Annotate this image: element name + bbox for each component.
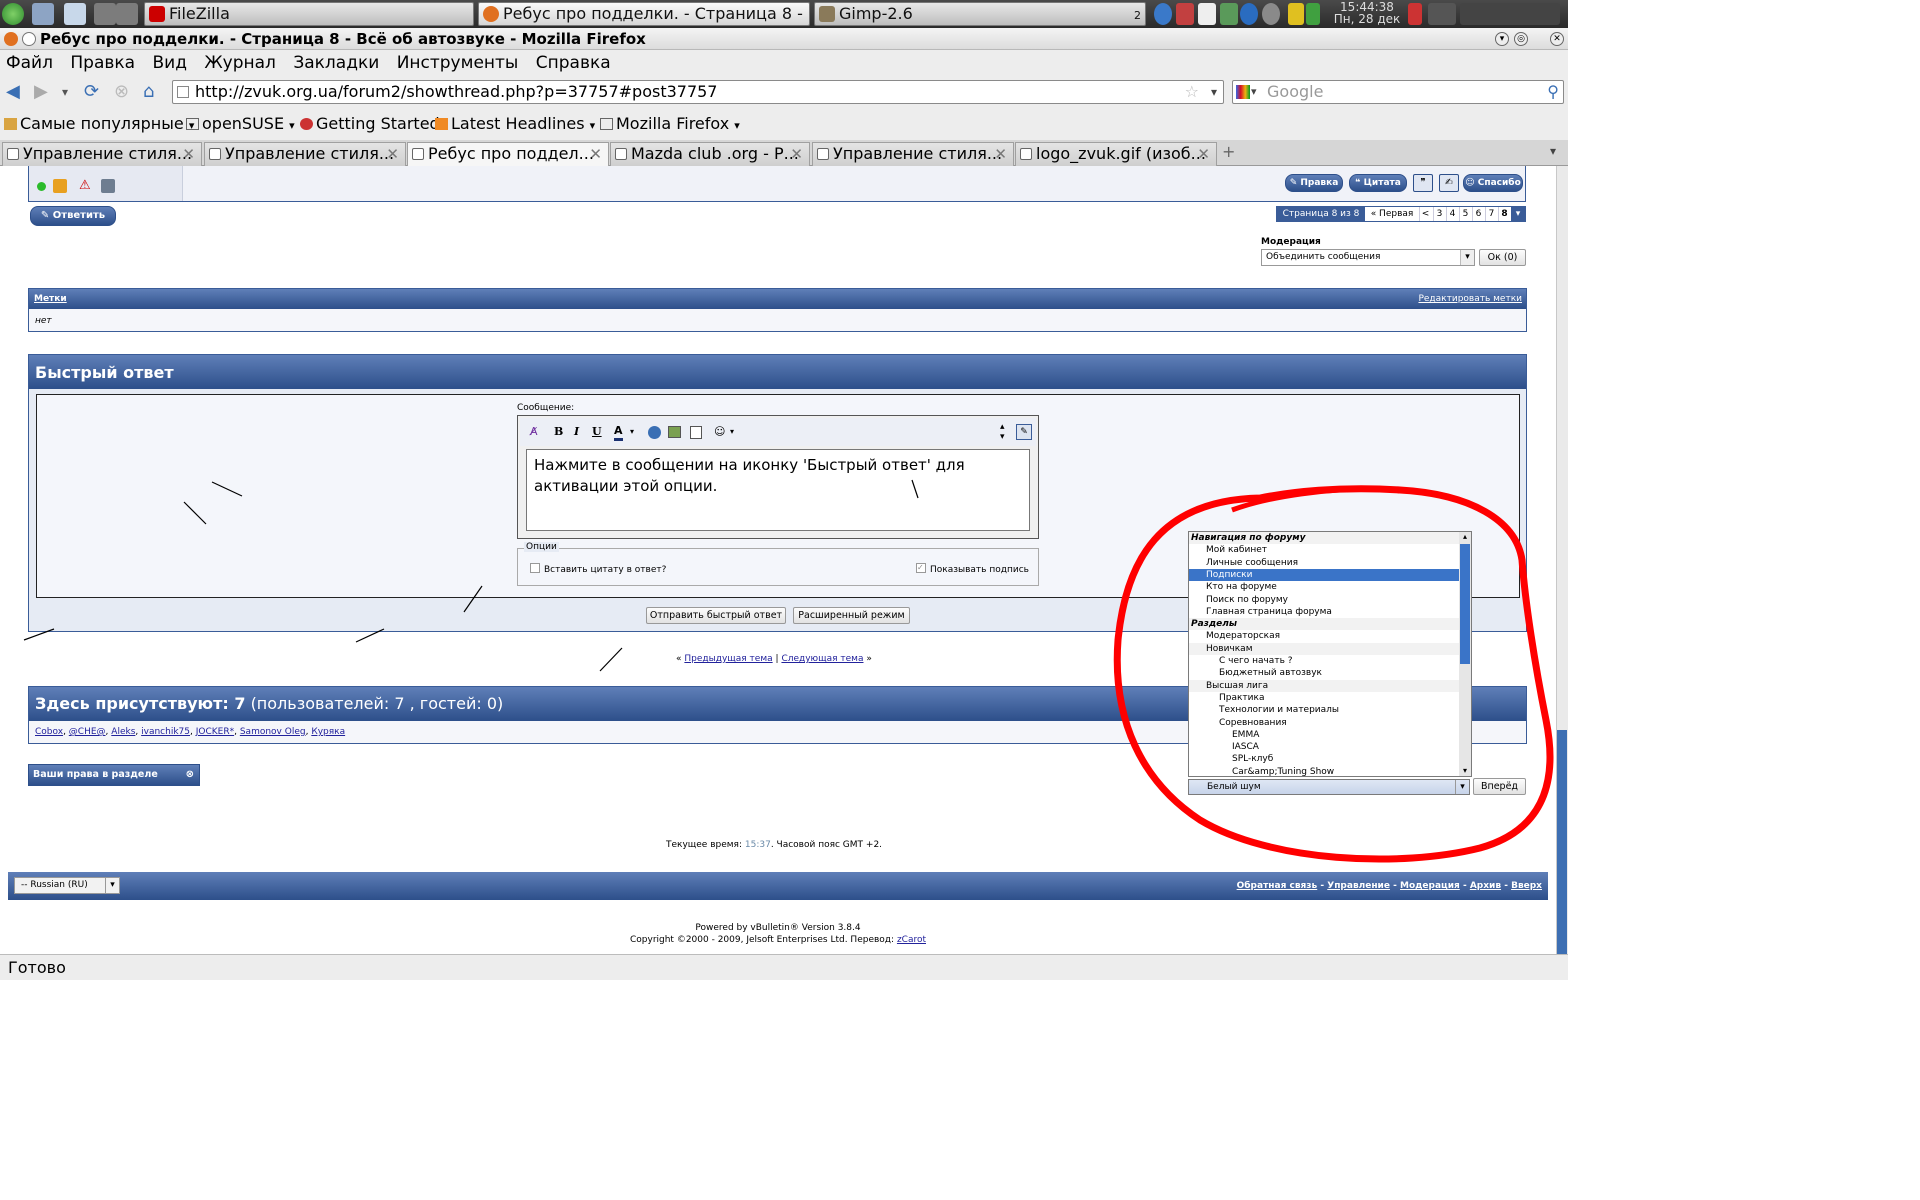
status-bar: Готово (0, 954, 1568, 980)
stray-marks (23, 479, 919, 672)
status-text: Готово (8, 958, 66, 977)
annotation-overlay (23, 479, 1554, 863)
red-circle-annotation (1113, 485, 1554, 863)
